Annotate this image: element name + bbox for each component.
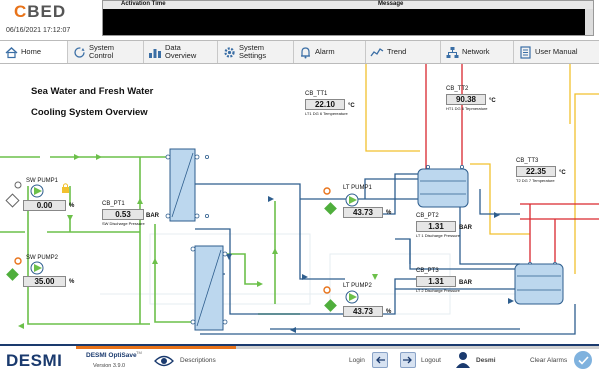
tab-system-settings[interactable]: System Settings: [218, 41, 294, 63]
cb-tt3-unit: °C: [559, 170, 566, 176]
cb-tt1-description: LT1 DG 6 Tempereature: [305, 111, 348, 116]
tab-system-control[interactable]: System Control: [68, 41, 144, 63]
manual-icon: [518, 45, 532, 59]
lt-pump2-value[interactable]: 43.73: [343, 306, 383, 317]
cb-pt2-description: LT 1 Discharge Pressure: [416, 233, 460, 238]
login-button[interactable]: [372, 352, 388, 368]
activation-time-header[interactable]: Activation Time: [121, 1, 166, 7]
cb-pt3-unit: BAR: [459, 280, 472, 286]
sw-pump2-symbol[interactable]: [30, 261, 44, 275]
header: CBED 06/16/2021 17:12:07 Activation Time…: [0, 0, 599, 40]
lt-pump2-label: LT PUMP2: [343, 283, 372, 289]
datetime: 06/16/2021 17:12:07: [6, 27, 71, 34]
desmi-logo: DESMI: [6, 351, 63, 370]
checkmark-icon: [577, 355, 589, 365]
main-nav: Home System Control Data Overview System…: [0, 40, 599, 64]
tab-alarm[interactable]: Alarm: [294, 41, 366, 63]
cb-pt1-unit: BAR: [146, 213, 159, 219]
cb-pt3-value[interactable]: 1.31: [416, 276, 456, 287]
home-icon: [4, 45, 18, 59]
cb-pt1-description: SW Discharge Pressure: [102, 221, 145, 226]
network-icon: [445, 45, 459, 59]
lt-pump1-symbol[interactable]: [345, 193, 359, 207]
version-label: Version 3.9.0: [93, 363, 126, 369]
cb-tt2-unit: °C: [489, 98, 496, 104]
trademark: TM: [136, 350, 142, 355]
heat-exchanger-2: [194, 245, 224, 331]
product-name: DESMI OptiSave: [86, 352, 137, 359]
cb-pt3-description: LT 2 Discharge Pressure: [416, 288, 460, 293]
eye-icon[interactable]: [154, 354, 174, 373]
sw-pump1-unit: %: [69, 203, 75, 209]
login-icon: [376, 356, 385, 364]
cb-pt2-unit: BAR: [459, 225, 472, 231]
footer-divider: [236, 346, 599, 349]
cooling-system-diagram: Sea Water and Fresh Water Cooling System…: [0, 64, 599, 344]
piping-schematic: [0, 64, 599, 344]
footer: DESMI DESMI OptiSave TM Version 3.9.0 De…: [0, 344, 599, 374]
tab-trend[interactable]: Trend: [366, 41, 441, 63]
clear-alarms-button[interactable]: [574, 351, 592, 369]
cb-tt2-label: CB_TT2: [446, 86, 469, 92]
lt-pump1-value[interactable]: 43.73: [343, 207, 383, 218]
lt-pump1-label: LT PUMP1: [343, 185, 372, 191]
diagram-title-line2: Cooling System Overview: [31, 107, 148, 118]
bell-icon: [298, 45, 312, 59]
lt-pump1-unit: %: [386, 210, 392, 216]
cb-tt3-label: CB_TT3: [516, 158, 539, 164]
logout-icon: [403, 356, 412, 364]
sw-pump2-label: SW PUMP2: [26, 255, 59, 261]
cb-pt1-label: CB_PT1: [102, 201, 125, 207]
lt-pump2-symbol[interactable]: [345, 290, 359, 304]
alarm-list-header: Activation Time Message: [103, 1, 593, 9]
tab-data-overview[interactable]: Data Overview: [144, 41, 218, 63]
logout-button[interactable]: [400, 352, 416, 368]
alarm-scrollbar[interactable]: [585, 9, 593, 35]
tab-user-manual[interactable]: User Manual: [514, 41, 599, 63]
cb-tt1-label: CB_TT1: [305, 91, 328, 97]
cb-tt3-value[interactable]: 22.35: [516, 166, 556, 177]
tab-network[interactable]: Network: [441, 41, 514, 63]
clear-alarms-label: Clear Alarms: [530, 357, 568, 364]
bar-chart-icon: [148, 45, 162, 59]
sw-pump1-value[interactable]: 0.00: [23, 200, 66, 211]
cb-tt1-unit: °C: [348, 103, 355, 109]
heat-exchanger-1: [169, 148, 196, 222]
cb-tt2-value[interactable]: 90.38: [446, 94, 486, 105]
cb-pt2-value[interactable]: 1.31: [416, 221, 456, 232]
cb-pt1-value[interactable]: 0.53: [102, 209, 144, 220]
user-icon: [455, 351, 471, 374]
tab-home[interactable]: Home: [0, 41, 68, 63]
trend-icon: [370, 45, 384, 59]
sw-pump2-unit: %: [69, 279, 75, 285]
cycle-icon: [72, 45, 86, 59]
sw-pump1-label: SW PUMP1: [26, 178, 59, 184]
cb-tt2-description: HT1 DG 6 Tepmerature: [446, 106, 488, 111]
logout-label: Logout: [421, 357, 441, 364]
cbed-logo: CBED: [14, 2, 67, 21]
lt-pump2-unit: %: [386, 309, 392, 315]
cb-pt2-label: CB_PT2: [416, 213, 439, 219]
descriptions-button[interactable]: Descriptions: [180, 357, 216, 364]
lt-tank-1: [417, 168, 469, 208]
gear-icon: [222, 45, 236, 59]
current-user: Desmi: [476, 357, 496, 364]
cb-tt1-value[interactable]: 22.10: [305, 99, 345, 110]
lt-tank-2: [514, 263, 564, 305]
login-label: Login: [349, 357, 365, 364]
alarm-list-body[interactable]: [103, 9, 593, 35]
message-header[interactable]: Message: [378, 1, 403, 7]
alarm-list[interactable]: Activation Time Message: [102, 0, 594, 36]
cb-pt3-label: CB_PT3: [416, 268, 439, 274]
sw-pump2-value[interactable]: 35.00: [23, 276, 66, 287]
footer-accent-bar: [76, 346, 236, 349]
diagram-title-line1: Sea Water and Fresh Water: [31, 86, 154, 97]
cb-tt3-description: T2 DG 7 Temperature: [516, 178, 555, 183]
sw-pump1-symbol[interactable]: [30, 184, 44, 198]
